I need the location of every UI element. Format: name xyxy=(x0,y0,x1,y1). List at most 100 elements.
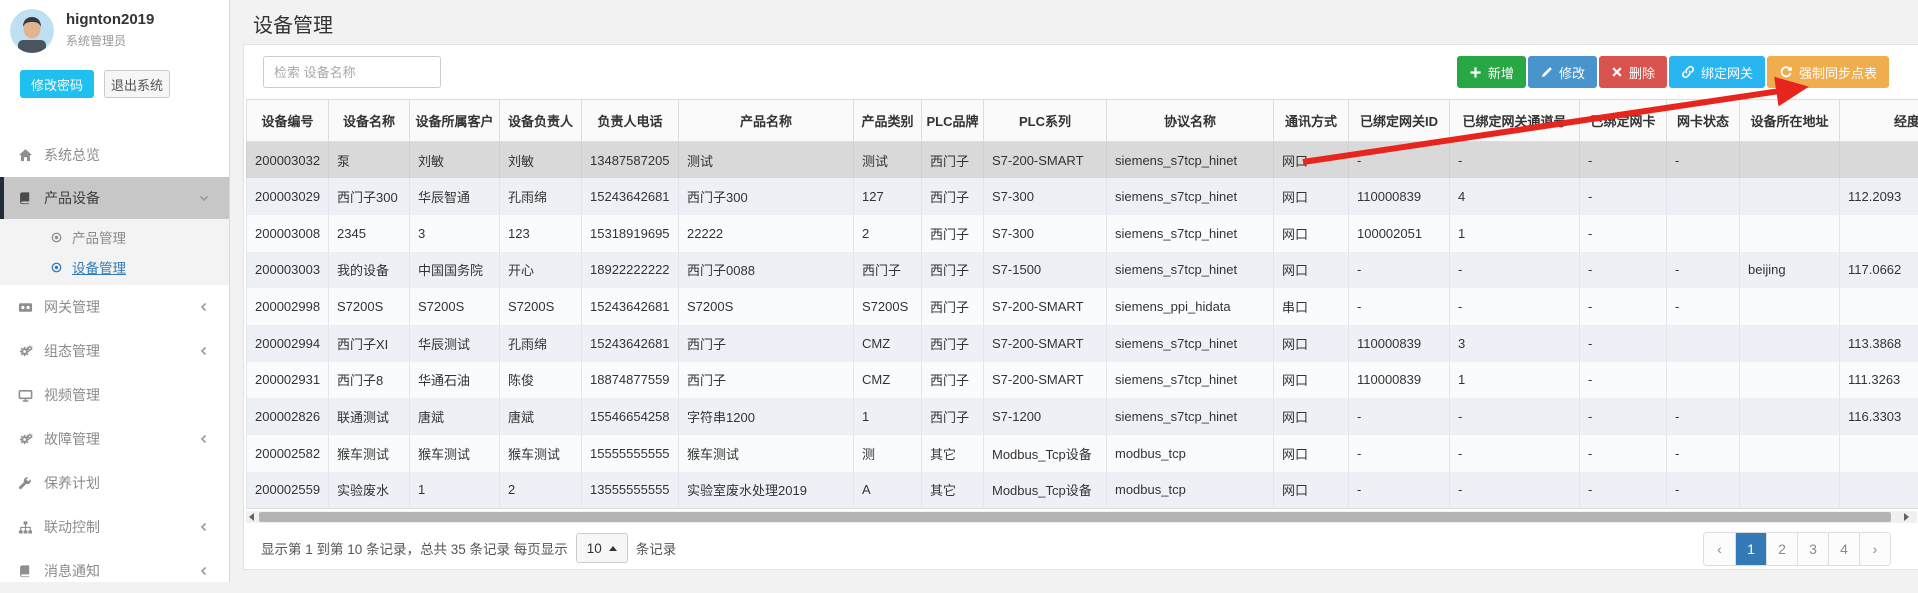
table-cell: 15243642681 xyxy=(582,288,679,325)
logout-button[interactable]: 退出系统 xyxy=(104,70,170,98)
table-cell: 孔雨绵 xyxy=(500,325,582,362)
table-cell: siemens_s7tcp_hinet xyxy=(1107,215,1274,252)
search-input[interactable] xyxy=(263,56,441,88)
table-cell xyxy=(1840,288,1918,325)
chevron-left-icon xyxy=(199,434,209,444)
table-cell: 西门子 xyxy=(922,398,984,435)
table-cell: 刘敏 xyxy=(410,142,500,179)
table-cell: 猴车测试 xyxy=(500,435,582,472)
table-row[interactable]: 200002998S7200SS7200SS7200S15243642681S7… xyxy=(247,288,1918,325)
force-sync-button[interactable]: 强制同步点表 xyxy=(1767,56,1889,88)
sidebar-item-gateway-management[interactable]: 网关管理 xyxy=(0,285,229,329)
page-prev-button[interactable]: ‹ xyxy=(1704,533,1735,565)
sidebar-item-system-overview[interactable]: 系统总览 xyxy=(0,133,229,177)
table-row[interactable]: 200002826联通测试唐斌唐斌15546654258字符串12001西门子S… xyxy=(247,398,1918,435)
table-cell: 唐斌 xyxy=(500,398,582,435)
table-cell: siemens_s7tcp_hinet xyxy=(1107,178,1274,215)
user-role: 系统管理员 xyxy=(66,32,126,49)
table-cell: 串口 xyxy=(1274,288,1349,325)
chevron-down-icon xyxy=(199,193,209,203)
sidebar-item-product-management[interactable]: 产品管理 xyxy=(0,222,229,252)
table-cell xyxy=(1740,472,1840,509)
table-row[interactable]: 200003029西门子300华辰智通孔雨绵15243642681西门子3001… xyxy=(247,178,1918,215)
table-cell: 116.3303 xyxy=(1840,398,1918,435)
sidebar-item-fault-management[interactable]: 故障管理 xyxy=(0,417,229,461)
column-header: 负责人电话 xyxy=(582,100,679,142)
column-header: 网卡状态 xyxy=(1667,100,1740,142)
table-cell xyxy=(1740,142,1840,179)
delete-button[interactable]: 删除 xyxy=(1599,56,1667,88)
table-cell: - xyxy=(1580,362,1667,399)
table-cell: 西门子 xyxy=(922,215,984,252)
table-cell: 13487587205 xyxy=(582,142,679,179)
table-cell: 网口 xyxy=(1274,178,1349,215)
sidebar-item-linkage-control[interactable]: 联动控制 xyxy=(0,505,229,549)
table-cell: 15546654258 xyxy=(582,398,679,435)
device-table: 设备编号设备名称设备所属客户设备负责人负责人电话产品名称产品类别PLC品牌PLC… xyxy=(246,99,1918,509)
sidebar-item-maintenance-plan[interactable]: 保养计划 xyxy=(0,461,229,505)
table-row[interactable]: 200003003我的设备中国国务院开心18922222222西门子0088西门… xyxy=(247,252,1918,289)
add-button[interactable]: 新增 xyxy=(1457,56,1526,88)
table-cell: siemens_s7tcp_hinet xyxy=(1107,142,1274,179)
page-button-1[interactable]: 1 xyxy=(1735,533,1766,565)
page-button-3[interactable]: 3 xyxy=(1797,533,1828,565)
bind-gateway-button[interactable]: 绑定网关 xyxy=(1669,56,1765,88)
column-header: 通讯方式 xyxy=(1274,100,1349,142)
table-cell: 陈俊 xyxy=(500,362,582,399)
chevron-left-icon xyxy=(199,522,209,532)
table-cell: beijing xyxy=(1740,252,1840,289)
table-cell: 110000839 xyxy=(1349,362,1450,399)
table-row[interactable]: 200002559实验废水1213555555555实验室废水处理2019A其它… xyxy=(247,472,1918,509)
page-button-2[interactable]: 2 xyxy=(1766,533,1797,565)
scroll-left-icon[interactable] xyxy=(249,513,254,521)
table-cell: 西门子 xyxy=(922,142,984,179)
pencil-icon xyxy=(1540,66,1553,79)
table-row[interactable]: 2000030082345312315318919695222222西门子S7-… xyxy=(247,215,1918,252)
x-icon xyxy=(1611,66,1623,78)
sidebar-item-message-notify[interactable]: 消息通知 xyxy=(0,549,229,593)
home-icon xyxy=(18,148,42,163)
table-cell: 我的设备 xyxy=(329,252,410,289)
page-size-select[interactable]: 10 xyxy=(576,533,628,563)
page-button-4[interactable]: 4 xyxy=(1828,533,1859,565)
table-cell: 15243642681 xyxy=(582,178,679,215)
table-row[interactable]: 200003032泵刘敏刘敏13487587205测试测试西门子S7-200-S… xyxy=(247,142,1918,179)
table-cell: 112.2093 xyxy=(1840,178,1918,215)
table-cell: 开心 xyxy=(500,252,582,289)
book-icon xyxy=(18,564,42,578)
page-size-value: 10 xyxy=(587,541,602,556)
content-card: 新增修改删除绑定网关强制同步点表 设备编号设备名称设备所属客户设备负责人负责人电… xyxy=(243,44,1918,570)
edit-button[interactable]: 修改 xyxy=(1528,56,1597,88)
table-cell xyxy=(1740,215,1840,252)
video-icon xyxy=(18,300,42,315)
table-row[interactable]: 200002582猴车测试猴车测试猴车测试15555555555猴车测试测其它M… xyxy=(247,435,1918,472)
table-cell: 200003003 xyxy=(247,252,329,289)
scroll-right-icon[interactable] xyxy=(1904,513,1909,521)
table-row[interactable]: 200002931西门子8华通石油陈俊18874877559西门子CMZ西门子S… xyxy=(247,362,1918,399)
table-cell: - xyxy=(1580,252,1667,289)
table-cell: - xyxy=(1667,435,1740,472)
horizontal-scrollbar xyxy=(246,511,1917,523)
table-cell: - xyxy=(1450,142,1580,179)
sidebar-item-video-management[interactable]: 视频管理 xyxy=(0,373,229,417)
scrollbar-thumb[interactable] xyxy=(259,512,1891,522)
change-password-button[interactable]: 修改密码 xyxy=(20,70,94,98)
table-cell: 123 xyxy=(500,215,582,252)
table-cell: - xyxy=(1450,398,1580,435)
sidebar-item-label: 系统总览 xyxy=(44,145,100,165)
user-name: hignton2019 xyxy=(66,11,154,28)
sidebar-item-device-management[interactable]: 设备管理 xyxy=(0,252,229,282)
table-cell: - xyxy=(1580,325,1667,362)
sidebar-item-product-device[interactable]: 产品设备 xyxy=(0,177,229,219)
table-cell: CMZ xyxy=(854,325,922,362)
table-cell: 1 xyxy=(854,398,922,435)
table-cell: 测试 xyxy=(679,142,854,179)
sidebar-item-label: 保养计划 xyxy=(44,473,100,493)
table-cell: 猴车测试 xyxy=(679,435,854,472)
sidebar-item-config-management[interactable]: 组态管理 xyxy=(0,329,229,373)
sidebar-item-label: 设备管理 xyxy=(72,257,126,277)
table-row[interactable]: 200002994西门子XI华辰测试孔雨绵15243642681西门子CMZ西门… xyxy=(247,325,1918,362)
table-cell xyxy=(1740,325,1840,362)
table-cell: - xyxy=(1580,472,1667,509)
page-next-button[interactable]: › xyxy=(1859,533,1890,565)
